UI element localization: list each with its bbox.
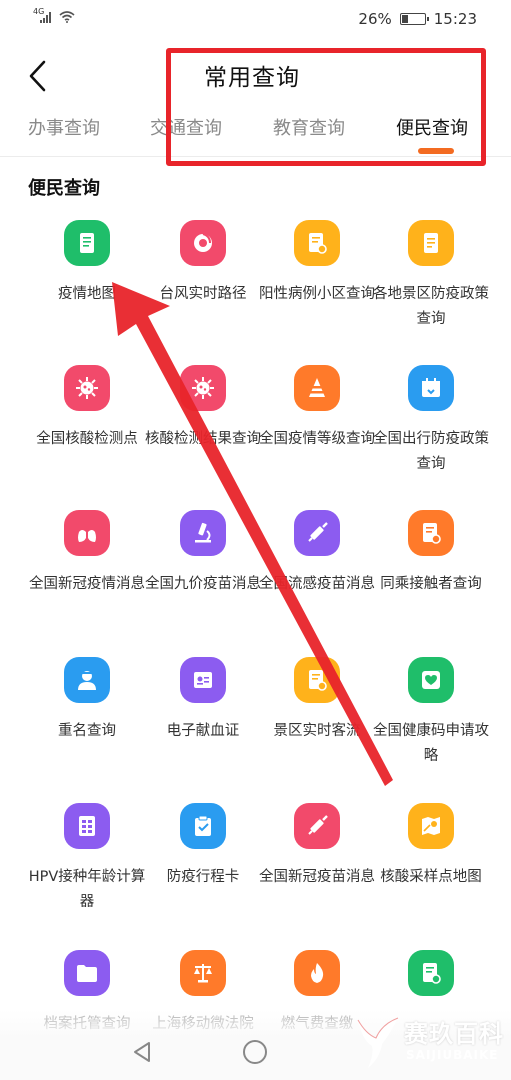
typhoon-icon <box>180 220 226 266</box>
active-tab-indicator <box>418 148 454 154</box>
service-item-label: 核酸采样点地图 <box>380 869 482 885</box>
document-search-icon <box>408 950 454 996</box>
service-item[interactable]: 全国流感疫苗消息 <box>258 500 376 640</box>
service-item-label: 全国新冠疫情消息 <box>29 576 145 592</box>
service-item[interactable]: 核酸采样点地图 <box>372 793 490 933</box>
service-item-label: 各地景区防疫政策查询 <box>373 286 489 327</box>
battery-percent: 26% <box>358 10 392 28</box>
service-item[interactable]: 景区实时客流 <box>258 647 376 787</box>
service-item[interactable]: 核酸检测结果查询 <box>144 355 262 495</box>
service-item-label: 全国新冠疫苗消息 <box>259 869 375 885</box>
status-left: 4G <box>33 7 75 23</box>
service-item[interactable]: 全国新冠疫情消息 <box>28 500 146 640</box>
watermark: 赛玖百科 SAIJIUBAIKE <box>352 1012 508 1074</box>
service-item[interactable]: 重名查询 <box>28 647 146 787</box>
service-item[interactable]: 同乘接触者查询 <box>372 500 490 640</box>
service-item[interactable]: 全国九价疫苗消息 <box>144 500 262 640</box>
wifi-icon <box>59 11 75 23</box>
service-item-label: 全国核酸检测点 <box>36 431 138 447</box>
chevron-left-icon <box>29 60 46 92</box>
service-item-label: 全国疫情等级查询 <box>259 431 375 447</box>
service-item[interactable]: HPV接种年龄计算器 <box>28 793 146 933</box>
battery-fill <box>401 15 408 23</box>
back-button[interactable] <box>22 58 52 94</box>
tabs-divider <box>0 156 511 157</box>
service-item-label: 重名查询 <box>58 723 116 739</box>
service-item[interactable]: 各地景区防疫政策查询 <box>372 210 490 350</box>
health-shield-icon <box>408 657 454 703</box>
nav-back-button[interactable] <box>130 1040 154 1064</box>
service-item-label: 防疫行程卡 <box>166 869 240 885</box>
service-item[interactable]: 防疫行程卡 <box>144 793 262 933</box>
tab-banshi[interactable]: 办事查询 <box>28 114 100 140</box>
service-item[interactable]: 全国出行防疫政策查询 <box>372 355 490 495</box>
clock: 15:23 <box>433 10 477 28</box>
service-item[interactable]: 全国疫情等级查询 <box>258 355 376 495</box>
calculator-icon <box>64 803 110 849</box>
battery-icon <box>399 13 429 25</box>
calendar-icon <box>408 365 454 411</box>
service-item[interactable]: 疫情地图 <box>28 210 146 350</box>
service-item-label: 全国九价疫苗消息 <box>145 576 261 592</box>
service-item-label: 疫情地图 <box>58 286 116 302</box>
service-item-label: 全国流感疫苗消息 <box>259 576 375 592</box>
lungs-icon <box>64 510 110 556</box>
service-item[interactable]: 阳性病例小区查询 <box>258 210 376 350</box>
service-item[interactable]: 台风实时路径 <box>144 210 262 350</box>
section-title: 便民查询 <box>28 178 100 199</box>
map-pin-icon <box>408 803 454 849</box>
document-search-icon <box>294 220 340 266</box>
scales-icon <box>180 950 226 996</box>
service-item[interactable]: 全国健康码申请攻略 <box>372 647 490 787</box>
flame-icon <box>294 950 340 996</box>
service-item[interactable]: 全国新冠疫苗消息 <box>258 793 376 933</box>
document-search-icon <box>294 657 340 703</box>
folder-icon <box>64 950 110 996</box>
service-item[interactable]: 全国核酸检测点 <box>28 355 146 495</box>
service-item-label: 全国健康码申请攻略 <box>373 723 489 764</box>
whale-tail-logo-icon <box>357 1017 399 1068</box>
id-card-icon <box>180 657 226 703</box>
service-item-label: 全国出行防疫政策查询 <box>373 431 489 472</box>
watermark-subtext: SAIJIUBAIKE <box>406 1048 499 1062</box>
service-item-label: HPV接种年龄计算器 <box>28 869 146 910</box>
service-item-label: 台风实时路径 <box>159 286 247 302</box>
watermark-text: 赛玖百科 <box>404 1020 504 1048</box>
syringe-icon <box>294 803 340 849</box>
service-item-label: 景区实时客流 <box>273 723 361 739</box>
virus-icon <box>64 365 110 411</box>
network-type-label: 4G <box>33 7 45 16</box>
service-item-label: 电子献血证 <box>166 723 240 739</box>
status-right: 26% 15:23 <box>358 10 477 28</box>
virus-icon <box>180 365 226 411</box>
tab-jiaotong[interactable]: 交通查询 <box>150 114 222 140</box>
clipboard-check-icon <box>180 803 226 849</box>
service-item[interactable]: 电子献血证 <box>144 647 262 787</box>
tab-bianmin[interactable]: 便民查询 <box>396 114 468 140</box>
document-icon <box>408 220 454 266</box>
tab-jiaoyu[interactable]: 教育查询 <box>273 114 345 140</box>
cone-icon <box>294 365 340 411</box>
microscope-icon <box>180 510 226 556</box>
service-item-label: 阳性病例小区查询 <box>259 286 375 302</box>
syringe-icon <box>294 510 340 556</box>
person-icon <box>64 657 110 703</box>
service-item-label: 核酸检测结果查询 <box>145 431 261 447</box>
page-title: 常用查询 <box>204 65 300 91</box>
status-bar: 4G 26% 15:23 <box>0 0 511 40</box>
map-document-icon <box>64 220 110 266</box>
document-search-icon <box>408 510 454 556</box>
nav-home-button[interactable] <box>243 1040 267 1064</box>
service-item-label: 同乘接触者查询 <box>380 576 482 592</box>
